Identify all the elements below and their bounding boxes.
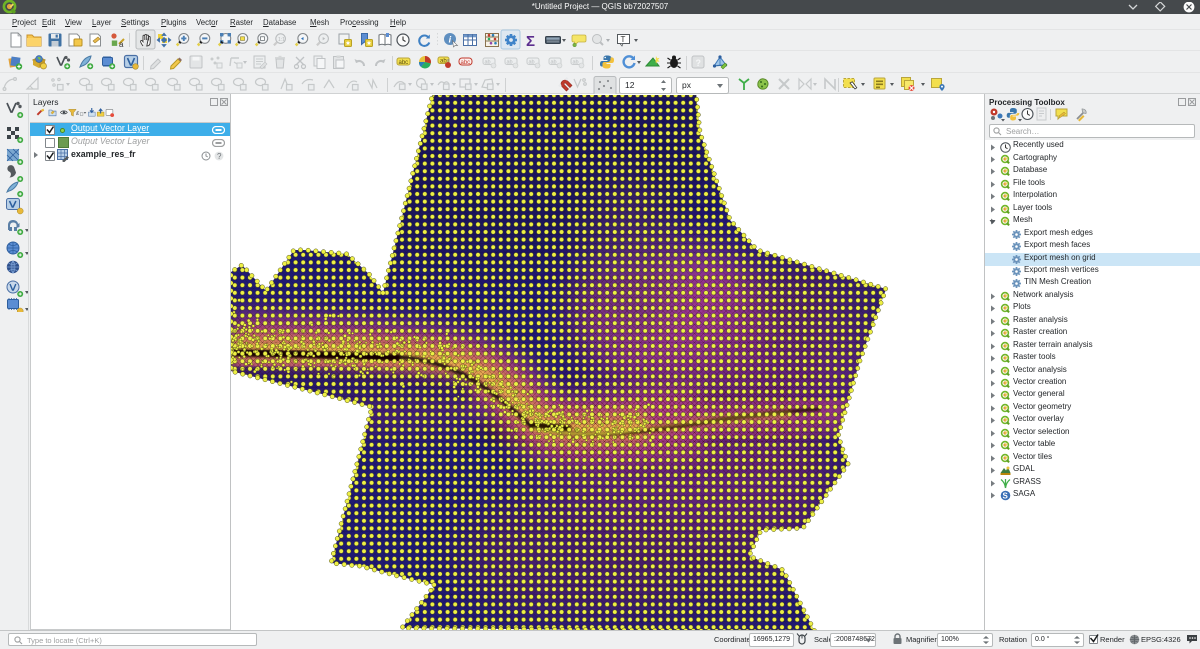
svg-text:abc: abc (399, 60, 409, 66)
svg-text:a: a (119, 40, 124, 49)
svg-text:T: T (621, 35, 626, 44)
svg-text:abc: abc (461, 60, 471, 66)
svg-text:S: S (1003, 492, 1009, 501)
svg-text:1:1: 1:1 (278, 37, 285, 43)
svg-text:ab: ab (573, 60, 579, 66)
svg-text:ab: ab (507, 60, 513, 66)
svg-text:ab: ab (529, 60, 535, 66)
svg-text:ε: ε (76, 109, 80, 116)
svg-text:?: ? (696, 58, 702, 68)
svg-text:Σ: Σ (526, 33, 535, 50)
svg-text:ab: ab (551, 60, 557, 66)
svg-text:?: ? (217, 152, 222, 161)
svg-text:px: px (682, 80, 692, 90)
svg-text:12: 12 (625, 80, 635, 90)
svg-text:ab: ab (485, 60, 491, 66)
